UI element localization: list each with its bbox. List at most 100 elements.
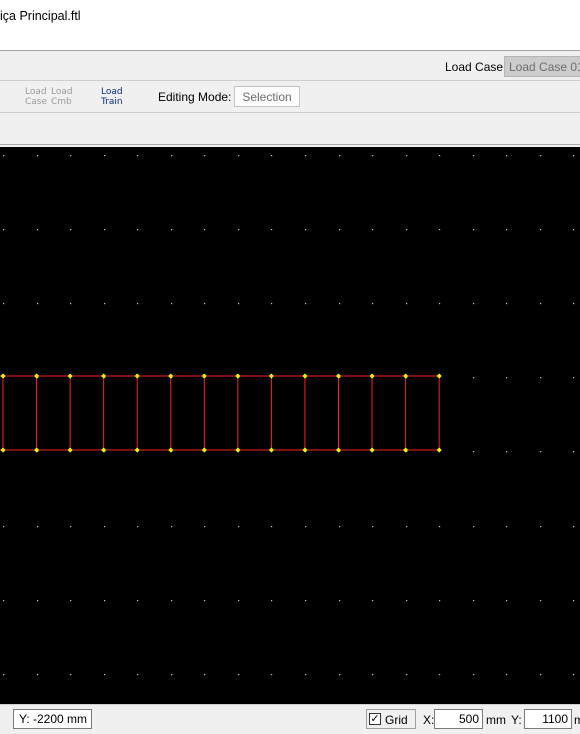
node-marker bbox=[34, 447, 40, 453]
grid-dot bbox=[271, 229, 273, 231]
grid-dot bbox=[171, 303, 173, 305]
grid-dot bbox=[271, 155, 273, 157]
grid-dot bbox=[406, 600, 408, 602]
grid-spacing-x-unit: mm bbox=[486, 713, 506, 727]
grid-dot bbox=[540, 155, 542, 157]
grid-dot bbox=[271, 674, 273, 676]
grid-spacing-x-label: X: bbox=[423, 713, 435, 727]
node-marker bbox=[302, 373, 308, 379]
grid-dot bbox=[540, 526, 542, 528]
grid-dot bbox=[204, 155, 206, 157]
load-case-button-line1: Load bbox=[25, 87, 47, 97]
grid-dot bbox=[473, 526, 475, 528]
grid-label: Grid bbox=[385, 713, 408, 727]
node-marker bbox=[369, 447, 375, 453]
grid-dot bbox=[70, 229, 72, 231]
grid-dot bbox=[573, 229, 575, 231]
grid-dot bbox=[506, 674, 508, 676]
grid-dot bbox=[238, 303, 240, 305]
grid-dot bbox=[70, 526, 72, 528]
editing-mode-field[interactable]: Selection bbox=[234, 86, 300, 107]
title-bar: iça Principal.ftl bbox=[0, 0, 580, 50]
grid-dot bbox=[339, 674, 341, 676]
grid-dot bbox=[573, 155, 575, 157]
status-bar: Y: -2200 mm ✓ Grid X: 500 mm Y: 1100 m bbox=[0, 704, 580, 734]
load-combination-button-line2: Cmb bbox=[51, 97, 72, 107]
grid-dot bbox=[406, 155, 408, 157]
grid-dot bbox=[37, 303, 39, 305]
grid-dot bbox=[137, 155, 139, 157]
grid-spacing-y-input[interactable]: 1100 bbox=[524, 709, 572, 729]
grid-dot bbox=[3, 526, 5, 528]
grid-dot bbox=[573, 303, 575, 305]
node-marker bbox=[436, 373, 442, 379]
grid-dot bbox=[439, 303, 441, 305]
grid-dot bbox=[70, 155, 72, 157]
grid-dot bbox=[104, 229, 106, 231]
load-case-button[interactable]: Load Case bbox=[25, 87, 47, 107]
grid-dot bbox=[339, 303, 341, 305]
load-combination-button-line1: Load bbox=[51, 87, 73, 97]
grid-dot bbox=[473, 229, 475, 231]
grid-dot bbox=[372, 526, 374, 528]
grid-dot bbox=[372, 600, 374, 602]
grid-dot bbox=[473, 377, 475, 379]
grid-dot bbox=[3, 155, 5, 157]
node-marker bbox=[0, 373, 6, 379]
load-train-button-line2: Train bbox=[101, 97, 123, 107]
cursor-y-readout: Y: -2200 mm bbox=[13, 709, 92, 729]
grid-dot bbox=[339, 526, 341, 528]
grid-dot bbox=[506, 600, 508, 602]
window-title: iça Principal.ftl bbox=[0, 9, 81, 23]
grid-dot bbox=[540, 303, 542, 305]
grid-dot bbox=[104, 155, 106, 157]
node-marker bbox=[0, 447, 6, 453]
grid-dot bbox=[238, 526, 240, 528]
grid-dot bbox=[305, 674, 307, 676]
grid-dot bbox=[70, 600, 72, 602]
grid-dot bbox=[104, 674, 106, 676]
node-marker bbox=[34, 373, 40, 379]
grid-dot bbox=[238, 229, 240, 231]
grid-dot bbox=[406, 229, 408, 231]
node-marker bbox=[403, 373, 409, 379]
grid-dot bbox=[70, 303, 72, 305]
node-marker bbox=[235, 447, 241, 453]
node-marker bbox=[336, 373, 341, 379]
grid-dot bbox=[3, 600, 5, 602]
grid-dot bbox=[506, 229, 508, 231]
grid-dot bbox=[204, 674, 206, 676]
grid-dot bbox=[506, 526, 508, 528]
load-train-button[interactable]: Load Train bbox=[101, 87, 123, 107]
canvas-drawing[interactable] bbox=[0, 147, 580, 704]
grid-dot bbox=[540, 451, 542, 453]
grid-spacing-y-unit: m bbox=[574, 713, 580, 727]
grid-dot bbox=[573, 377, 575, 379]
grid-dot bbox=[473, 451, 475, 453]
grid-dot bbox=[3, 303, 5, 305]
grid-dot bbox=[372, 155, 374, 157]
node-marker bbox=[336, 447, 341, 453]
grid-dot bbox=[271, 600, 273, 602]
grid-dot bbox=[506, 155, 508, 157]
grid-spacing-x-input[interactable]: 500 bbox=[434, 709, 483, 729]
grid-dot bbox=[573, 600, 575, 602]
grid-dot bbox=[540, 377, 542, 379]
load-case-select[interactable]: Load Case 01 bbox=[504, 56, 580, 77]
grid-checkbox[interactable]: ✓ bbox=[369, 713, 381, 725]
grid-dot bbox=[137, 303, 139, 305]
load-combination-button[interactable]: Load Cmb bbox=[51, 87, 73, 107]
grid-dot bbox=[37, 526, 39, 528]
node-marker bbox=[436, 447, 442, 453]
grid-dot bbox=[37, 600, 39, 602]
grid-dot bbox=[137, 674, 139, 676]
grid-dot bbox=[540, 229, 542, 231]
drawing-canvas[interactable] bbox=[0, 147, 580, 704]
load-case-bar: Load Case: Load Case 01 bbox=[0, 52, 580, 81]
node-marker bbox=[134, 447, 140, 453]
grid-dot bbox=[540, 674, 542, 676]
grid-dot bbox=[473, 303, 475, 305]
grid-dot bbox=[406, 303, 408, 305]
node-marker bbox=[268, 447, 274, 453]
grid-dot bbox=[37, 155, 39, 157]
